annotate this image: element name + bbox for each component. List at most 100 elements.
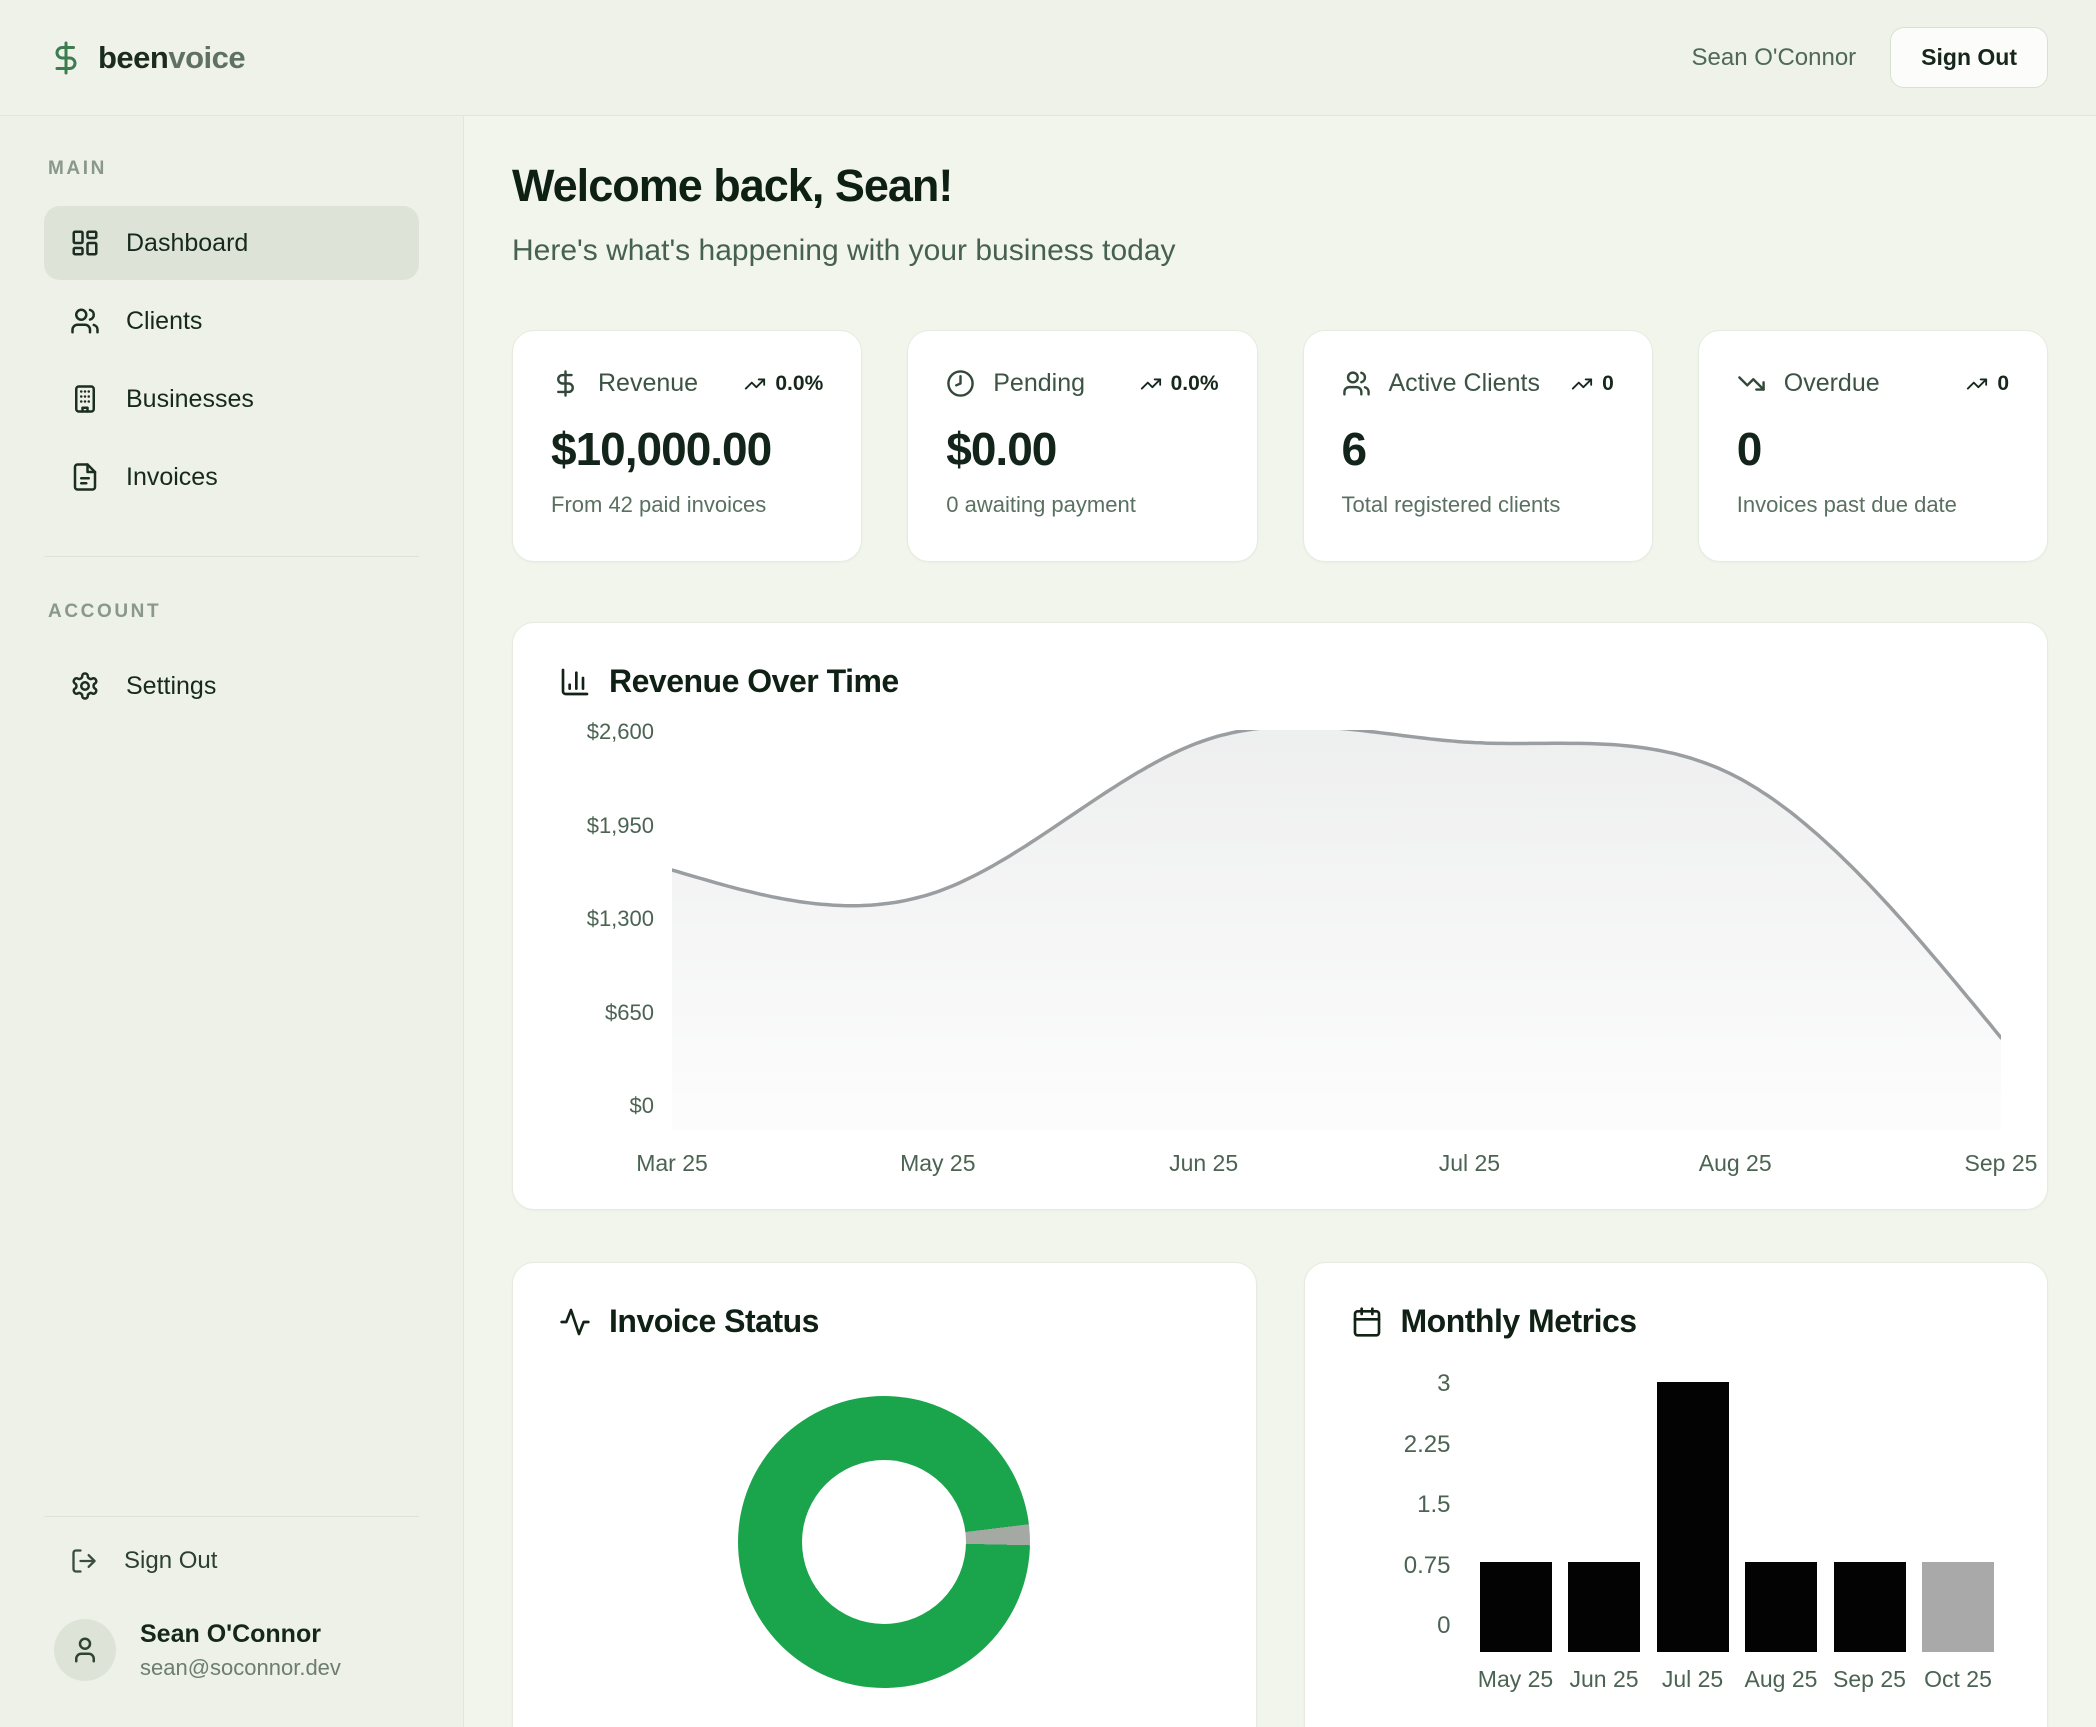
bar	[1745, 1562, 1817, 1652]
settings-icon	[70, 671, 100, 701]
stat-subtitle: From 42 paid invoices	[551, 492, 823, 518]
donut-hole	[802, 1460, 966, 1624]
x-tick-label: Sep 25	[1827, 1666, 1913, 1693]
stat-card-pending: Pending 0.0% $0.00 0 awaiting payment	[907, 330, 1257, 562]
stat-card-overdue: Overdue 0 0 Invoices past due date	[1698, 330, 2048, 562]
stat-value: $0.00	[946, 422, 1218, 476]
y-tick-label: $2,600	[587, 719, 654, 745]
x-tick-label: Aug 25	[1738, 1666, 1824, 1693]
stat-label: Pending	[993, 369, 1085, 398]
sidebar-sign-out[interactable]: Sign Out	[44, 1547, 419, 1575]
sidebar-item-label: Settings	[126, 672, 216, 701]
page-title: Welcome back, Sean!	[512, 160, 2048, 212]
brand-name: beenvoice	[98, 40, 245, 76]
stat-label: Overdue	[1784, 369, 1880, 398]
sidebar-user-email: sean@soconnor.dev	[140, 1655, 341, 1681]
sidebar: MAIN Dashboard Clients Businesses Invoic…	[0, 116, 464, 1727]
dollar-sign-icon	[551, 369, 580, 398]
clock-icon	[946, 369, 975, 398]
stat-card-active-clients: Active Clients 0 6 Total registered clie…	[1303, 330, 1653, 562]
sidebar-item-settings[interactable]: Settings	[44, 649, 419, 723]
x-tick-label: May 25	[900, 1150, 975, 1177]
stat-trend: 0	[1571, 372, 1614, 396]
y-tick-label: $1,300	[587, 906, 654, 932]
revenue-area-plot	[672, 730, 2001, 1130]
stat-subtitle: Total registered clients	[1342, 492, 1614, 518]
top-header: beenvoice Sean O'Connor Sign Out	[0, 0, 2096, 116]
x-tick-label: Jul 25	[1650, 1666, 1736, 1693]
invoice-status-card: Invoice Status	[512, 1262, 1257, 1727]
sidebar-nav-main: Dashboard Clients Businesses Invoices	[44, 206, 419, 514]
stat-label: Active Clients	[1389, 369, 1540, 398]
sidebar-item-label: Businesses	[126, 385, 254, 414]
activity-icon	[559, 1306, 591, 1338]
bar-column	[1561, 1562, 1647, 1652]
sidebar-section-main-label: MAIN	[44, 158, 419, 180]
sidebar-item-clients[interactable]: Clients	[44, 284, 419, 358]
stat-trend: 0.0%	[744, 372, 823, 396]
sidebar-user: Sean O'Connor sean@soconnor.dev	[44, 1619, 419, 1681]
bar-chart-icon	[559, 666, 591, 698]
sidebar-item-dashboard[interactable]: Dashboard	[44, 206, 419, 280]
y-tick-label: 0	[1437, 1612, 1450, 1640]
y-tick-label: 2.25	[1404, 1431, 1451, 1459]
main-content: Welcome back, Sean! Here's what's happen…	[464, 116, 2096, 1727]
trending-down-icon	[1737, 369, 1766, 398]
y-tick-label: 1.5	[1417, 1491, 1450, 1519]
stat-label: Revenue	[598, 369, 698, 398]
y-tick-label: $0	[630, 1093, 654, 1119]
sidebar-item-label: Dashboard	[126, 229, 248, 258]
layout-dashboard-icon	[70, 228, 100, 258]
trending-up-icon	[744, 373, 766, 395]
monthly-metrics-title: Monthly Metrics	[1401, 1303, 1637, 1340]
x-tick-label: Mar 25	[636, 1150, 708, 1177]
users-icon	[70, 306, 100, 336]
bar	[1657, 1382, 1729, 1652]
bar-chart-y-axis: 32.251.50.750	[1351, 1370, 1451, 1640]
y-tick-label: 0.75	[1404, 1552, 1451, 1580]
avatar	[54, 1619, 116, 1681]
trending-up-icon	[1966, 373, 1988, 395]
app-logo[interactable]: beenvoice	[48, 40, 245, 76]
revenue-chart-title: Revenue Over Time	[609, 663, 899, 700]
bar-column	[1827, 1562, 1913, 1652]
revenue-area-chart: $2,600$1,950$1,300$650$0	[559, 730, 2001, 1182]
header-user-name: Sean O'Connor	[1691, 44, 1856, 72]
sidebar-item-invoices[interactable]: Invoices	[44, 440, 419, 514]
file-text-icon	[70, 462, 100, 492]
building-icon	[70, 384, 100, 414]
sign-out-button[interactable]: Sign Out	[1890, 27, 2048, 88]
header-right: Sean O'Connor Sign Out	[1691, 27, 2048, 88]
revenue-chart-x-axis: Mar 25May 25Jun 25Jul 25Aug 25Sep 25	[672, 1142, 2001, 1182]
monthly-metrics-card: Monthly Metrics 32.251.50.750 May 25Jun …	[1304, 1262, 2049, 1727]
page-subtitle: Here's what's happening with your busine…	[512, 234, 2048, 268]
bar	[1922, 1562, 1994, 1652]
bar-column	[1738, 1562, 1824, 1652]
invoice-status-title: Invoice Status	[609, 1303, 819, 1340]
stat-trend: 0.0%	[1140, 372, 1219, 396]
sidebar-item-label: Clients	[126, 307, 202, 336]
y-tick-label: $650	[605, 1000, 654, 1026]
stat-value: 0	[1737, 422, 2009, 476]
trending-up-icon	[1571, 373, 1593, 395]
stat-value: $10,000.00	[551, 422, 823, 476]
sidebar-nav-account: Settings	[44, 649, 419, 723]
bar	[1834, 1562, 1906, 1652]
sidebar-divider	[44, 556, 419, 557]
bar-column	[1915, 1562, 2001, 1652]
revenue-over-time-card: Revenue Over Time $2,600$1,950$1,300$650…	[512, 622, 2048, 1210]
stat-subtitle: 0 awaiting payment	[946, 492, 1218, 518]
sidebar-item-businesses[interactable]: Businesses	[44, 362, 419, 436]
stat-card-revenue: Revenue 0.0% $10,000.00 From 42 paid inv…	[512, 330, 862, 562]
dollar-sign-icon	[48, 40, 84, 76]
calendar-icon	[1351, 1306, 1383, 1338]
bar-column	[1650, 1382, 1736, 1652]
x-tick-label: Jul 25	[1439, 1150, 1500, 1177]
bar-chart-bars	[1473, 1382, 2002, 1652]
x-tick-label: Jun 25	[1169, 1150, 1238, 1177]
sidebar-sign-out-label: Sign Out	[124, 1547, 217, 1575]
user-icon	[70, 1635, 100, 1665]
x-tick-label: Sep 25	[1965, 1150, 2038, 1177]
x-tick-label: May 25	[1473, 1666, 1559, 1693]
stat-cards-row: Revenue 0.0% $10,000.00 From 42 paid inv…	[512, 330, 2048, 562]
